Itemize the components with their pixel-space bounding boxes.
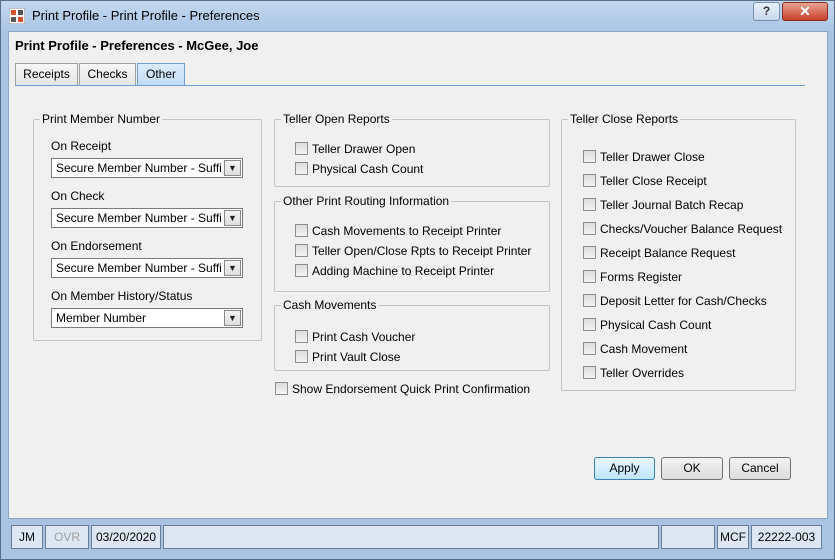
status-ovr: OVR bbox=[45, 525, 89, 549]
checkbox-box[interactable] bbox=[583, 246, 596, 259]
cancel-button[interactable]: Cancel bbox=[729, 457, 791, 480]
status-message bbox=[163, 525, 659, 549]
on-endorsement-dropdown[interactable]: Secure Member Number - Suffix ▼ bbox=[51, 258, 243, 278]
tab-underline bbox=[15, 85, 805, 86]
checkbox-box[interactable] bbox=[583, 150, 596, 163]
checkbox-label: Print Vault Close bbox=[312, 350, 401, 364]
status-user: JM bbox=[11, 525, 43, 549]
close-button[interactable]: ✕ bbox=[782, 2, 828, 21]
checkbox-label: Show Endorsement Quick Print Confirmatio… bbox=[292, 382, 531, 396]
checkbox-label: Physical Cash Count bbox=[312, 162, 424, 176]
on-endorsement-label: On Endorsement bbox=[51, 239, 142, 253]
checkbox-box[interactable] bbox=[583, 342, 596, 355]
checkbox-label: Cash Movement bbox=[600, 342, 688, 356]
group-title: Teller Close Reports bbox=[568, 112, 681, 126]
group-title: Cash Movements bbox=[281, 298, 379, 312]
dialog-body: Print Profile - Preferences - McGee, Joe… bbox=[8, 31, 828, 519]
dialog-window: Print Profile - Print Profile - Preferen… bbox=[0, 0, 835, 560]
status-bar: JM OVR 03/20/2020 MCF 22222-003 bbox=[8, 521, 828, 553]
window-title: Print Profile - Print Profile - Preferen… bbox=[32, 8, 260, 23]
teller-close-reports-group: Teller Close Reports Teller Drawer Close… bbox=[561, 112, 796, 391]
group-title: Teller Open Reports bbox=[281, 112, 392, 126]
checkbox-label: Teller Drawer Open bbox=[312, 142, 416, 156]
checkbox-box[interactable] bbox=[295, 264, 308, 277]
on-check-label: On Check bbox=[51, 189, 105, 203]
title-bar[interactable]: Print Profile - Print Profile - Preferen… bbox=[1, 1, 834, 31]
checkbox-box[interactable] bbox=[295, 142, 308, 155]
checkbox-box[interactable] bbox=[295, 350, 308, 363]
print-member-number-group: Print Member Number On Receipt Secure Me… bbox=[33, 112, 262, 341]
checkbox-box[interactable] bbox=[583, 198, 596, 211]
tab-receipts[interactable]: Receipts bbox=[15, 63, 78, 86]
status-date: 03/20/2020 bbox=[91, 525, 161, 549]
group-title: Other Print Routing Information bbox=[281, 194, 452, 208]
checkbox-label: Teller Journal Batch Recap bbox=[600, 198, 744, 212]
checkbox-box[interactable] bbox=[583, 366, 596, 379]
group-title: Print Member Number bbox=[40, 112, 163, 126]
checkbox-box[interactable] bbox=[275, 382, 288, 395]
chevron-down-icon[interactable]: ▼ bbox=[224, 310, 241, 326]
chevron-down-icon[interactable]: ▼ bbox=[224, 160, 241, 176]
checkbox-label: Cash Movements to Receipt Printer bbox=[312, 224, 502, 238]
dropdown-value: Secure Member Number - Suffix bbox=[56, 211, 222, 225]
ok-button[interactable]: OK bbox=[661, 457, 723, 480]
status-code: MCF bbox=[717, 525, 749, 549]
cash-movements-group: Cash Movements Print Cash Voucher Print … bbox=[274, 298, 550, 371]
checkbox-label: Teller Open/Close Rpts to Receipt Printe… bbox=[312, 244, 532, 258]
checkbox-box[interactable] bbox=[295, 162, 308, 175]
checkbox-label: Teller Drawer Close bbox=[600, 150, 705, 164]
checkbox-label: Receipt Balance Request bbox=[600, 246, 736, 260]
checkbox-label: Print Cash Voucher bbox=[312, 330, 416, 344]
dropdown-value: Member Number bbox=[56, 311, 147, 325]
checkbox-box[interactable] bbox=[583, 174, 596, 187]
checkbox-label: Teller Overrides bbox=[600, 366, 685, 380]
teller-open-reports-group: Teller Open Reports Teller Drawer Open P… bbox=[274, 112, 550, 187]
other-print-routing-group: Other Print Routing Information Cash Mov… bbox=[274, 194, 550, 292]
checkbox-box[interactable] bbox=[295, 330, 308, 343]
checkbox-label: Adding Machine to Receipt Printer bbox=[312, 264, 495, 278]
on-receipt-label: On Receipt bbox=[51, 139, 112, 153]
checkbox-box[interactable] bbox=[583, 318, 596, 331]
on-member-history-dropdown[interactable]: Member Number ▼ bbox=[51, 308, 243, 328]
checkbox-label: Checks/Voucher Balance Request bbox=[600, 222, 783, 236]
help-button[interactable]: ? bbox=[753, 2, 780, 21]
status-id: 22222-003 bbox=[751, 525, 822, 549]
tab-checks[interactable]: Checks bbox=[79, 63, 136, 86]
checkbox-label: Teller Close Receipt bbox=[600, 174, 707, 188]
dropdown-value: Secure Member Number - Suffix bbox=[56, 161, 222, 175]
checkbox-box[interactable] bbox=[583, 294, 596, 307]
apply-button[interactable]: Apply bbox=[594, 457, 655, 480]
checkbox-label: Deposit Letter for Cash/Checks bbox=[600, 294, 767, 308]
checkbox-box[interactable] bbox=[583, 222, 596, 235]
on-check-dropdown[interactable]: Secure Member Number - Suffix ▼ bbox=[51, 208, 243, 228]
on-receipt-dropdown[interactable]: Secure Member Number - Suffix ▼ bbox=[51, 158, 243, 178]
checkbox-box[interactable] bbox=[295, 244, 308, 257]
status-empty-cell bbox=[661, 525, 715, 549]
chevron-down-icon[interactable]: ▼ bbox=[224, 260, 241, 276]
app-icon bbox=[9, 8, 25, 24]
on-member-history-label: On Member History/Status bbox=[51, 289, 193, 303]
page-title: Print Profile - Preferences - McGee, Joe bbox=[15, 38, 259, 53]
chevron-down-icon[interactable]: ▼ bbox=[224, 210, 241, 226]
checkbox-box[interactable] bbox=[583, 270, 596, 283]
checkbox-label: Physical Cash Count bbox=[600, 318, 712, 332]
dropdown-value: Secure Member Number - Suffix bbox=[56, 261, 222, 275]
checkbox-box[interactable] bbox=[295, 224, 308, 237]
tab-other[interactable]: Other bbox=[137, 63, 185, 86]
checkbox-label: Forms Register bbox=[600, 270, 683, 284]
